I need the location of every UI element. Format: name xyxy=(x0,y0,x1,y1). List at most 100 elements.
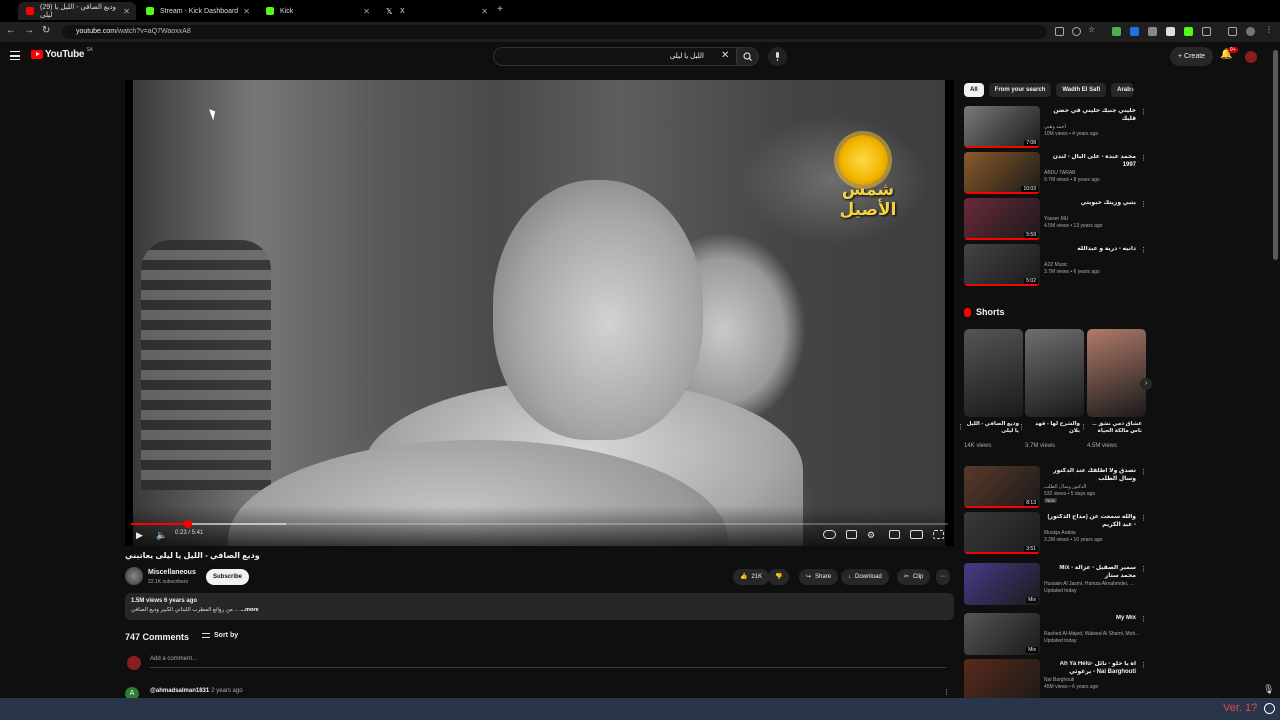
youtube-logo[interactable]: YouTube SA xyxy=(31,47,93,60)
volume-icon[interactable]: 🔈 xyxy=(156,530,167,541)
channel-name[interactable]: A2Z Music xyxy=(1044,262,1068,268)
video-thumbnail[interactable]: 5:02 xyxy=(964,244,1040,286)
extension-icon[interactable] xyxy=(1130,27,1139,36)
video-title[interactable]: Ah Ya Helu- آه يا حلو - نائل برغوثي - Na… xyxy=(1044,661,1136,676)
dislike-button[interactable]: 👎 xyxy=(768,569,790,585)
more-options-icon[interactable]: ⋮ xyxy=(957,423,964,431)
shorts-next-chevron-icon[interactable]: › xyxy=(1140,378,1152,390)
more-options-icon[interactable]: ⋮ xyxy=(1140,108,1147,116)
play-icon[interactable]: ▶ xyxy=(136,530,143,541)
short-title[interactable]: وديع الصافي - الليل يا ليلى xyxy=(964,421,1019,435)
recommended-video[interactable]: Mix My Mix Rashed Al-Majed, Waleed Al Sham… xyxy=(964,613,1147,655)
description-box[interactable]: 1.5M views 6 years ago من روائع المطرب ا… xyxy=(125,593,954,620)
video-thumbnail[interactable]: 8:13 xyxy=(964,466,1040,508)
close-tab-icon[interactable]: ✕ xyxy=(481,7,488,16)
recommended-video[interactable]: Ah Ya Helu- آه يا حلو - نائل برغوثي - Na… xyxy=(964,659,1147,701)
comment-author[interactable]: @ahmadsalman1831 2 years ago xyxy=(150,688,243,694)
subtitles-icon[interactable] xyxy=(846,530,857,539)
chevron-right-icon[interactable]: › xyxy=(1131,84,1134,94)
profile-icon[interactable] xyxy=(1246,27,1255,36)
overlay-settings-icon[interactable] xyxy=(1264,703,1275,714)
extension-icon[interactable] xyxy=(1148,27,1157,36)
channel-name[interactable]: Nai Barghouti xyxy=(1044,677,1074,683)
short-thumbnail[interactable] xyxy=(964,329,1023,417)
menu-kebab-icon[interactable]: ⋮ xyxy=(1265,25,1274,34)
download-button[interactable]: ↓ Download xyxy=(841,569,889,585)
show-more-link[interactable]: ...more xyxy=(241,607,259,613)
short-thumbnail[interactable] xyxy=(1087,329,1146,417)
channel-name[interactable]: Miscellaneous xyxy=(148,569,196,576)
search-button[interactable] xyxy=(737,47,759,66)
chip-all[interactable]: All xyxy=(964,83,984,97)
more-actions-button[interactable]: ⋯ xyxy=(936,569,950,585)
url-field[interactable]: youtube.com/watch?v=aQ7WaoxxA8 xyxy=(62,25,1047,39)
channel-name[interactable]: الدكتور وسال الطلب xyxy=(1044,484,1087,490)
short-title[interactable]: والشرح لها - فهد بلان xyxy=(1025,421,1080,435)
video-title[interactable]: والله سمعت عن (مداح الدكتور) - عبد الكري… xyxy=(1044,514,1136,529)
video-title[interactable]: تصدق ولا أطلقك عند الدكتور وسال الطلب xyxy=(1044,468,1136,483)
share-button[interactable]: ↪ Share xyxy=(799,569,839,585)
clear-search-icon[interactable]: ✕ xyxy=(721,50,729,61)
video-thumbnail[interactable]: 10:03 xyxy=(964,152,1040,194)
tab-x[interactable]: 𝕏 X ✕ xyxy=(378,2,494,20)
sidepanel-icon[interactable] xyxy=(1228,27,1237,36)
tab-kick-dashboard[interactable]: Stream - Kick Dashboard ✕ xyxy=(138,2,256,20)
video-thumbnail[interactable]: 5:59 xyxy=(964,198,1040,240)
tab-kick[interactable]: Kick ✕ xyxy=(258,2,376,20)
more-options-icon[interactable]: ⋮ xyxy=(1140,661,1147,669)
more-options-icon[interactable]: ⋮ xyxy=(1140,514,1147,522)
video-title[interactable]: دانيه - درية و عبدالله xyxy=(1044,246,1136,254)
recommended-video[interactable]: 7:08 خليني جنبك خليني في حضن قلبك أحمد وهب… xyxy=(964,106,1147,148)
account-avatar[interactable] xyxy=(1245,51,1257,63)
hamburger-menu-icon[interactable] xyxy=(10,51,20,60)
clip-button[interactable]: ✂ Clip xyxy=(897,569,931,585)
chip-from-search[interactable]: From your search xyxy=(988,83,1052,97)
like-button[interactable]: 👍 21K xyxy=(733,569,770,585)
close-tab-icon[interactable]: ✕ xyxy=(123,7,130,16)
sort-comments-button[interactable]: Sort by xyxy=(202,632,238,639)
video-thumbnail[interactable]: Mix xyxy=(964,613,1040,655)
short-title[interactable]: عشاق دمي نشق ... ناس مالكة الحياة xyxy=(1087,421,1142,435)
video-title[interactable]: Mix - سمير الصقيل - عزالة محمد ستار xyxy=(1044,565,1136,580)
comment-menu-icon[interactable]: ⋮ xyxy=(943,688,950,696)
forward-arrow-icon[interactable]: → xyxy=(24,25,34,36)
microphone-icon[interactable]: 🎙 xyxy=(1263,684,1274,695)
recommended-video[interactable]: 10:03 محمد عبده - على البال - لندن 1997 AB… xyxy=(964,152,1147,194)
voice-search-button[interactable] xyxy=(768,47,787,66)
add-comment-input[interactable]: Add a comment... xyxy=(150,656,946,668)
chip-arab[interactable]: Arab xyxy=(1111,83,1134,97)
tab-youtube[interactable]: (29) وديع الصافي - الليل يا ليلى ✕ xyxy=(18,2,136,20)
cast-icon[interactable] xyxy=(1055,27,1064,36)
more-options-icon[interactable]: ⋮ xyxy=(1140,154,1147,162)
chip-wadih[interactable]: Wadih El Safi xyxy=(1056,83,1107,97)
zoom-icon[interactable] xyxy=(1072,27,1081,36)
search-input[interactable]: الليل يا ليلى xyxy=(493,47,737,66)
video-title[interactable]: My Mix xyxy=(1044,615,1136,623)
close-tab-icon[interactable]: ✕ xyxy=(243,7,250,16)
video-thumbnail[interactable]: 7:08 xyxy=(964,106,1040,148)
bookmark-star-icon[interactable]: ☆ xyxy=(1088,25,1097,34)
more-options-icon[interactable]: ⋮ xyxy=(1140,246,1147,254)
video-title[interactable]: خليني جنبك خليني في حضن قلبك xyxy=(1044,108,1136,123)
channel-name[interactable]: ABDU TARAB xyxy=(1044,170,1076,176)
recommended-video[interactable]: Mix Mix - سمير الصقيل - عزالة محمد ستار Hu… xyxy=(964,563,1147,605)
video-title[interactable]: محمد عبده - على البال - لندن 1997 xyxy=(1044,154,1136,169)
video-title[interactable]: بتبي وريتك حبوبتي xyxy=(1044,200,1136,208)
channel-name[interactable]: Hussain Al Jasmi, Hamza Almahmdei, ... xyxy=(1044,581,1134,587)
miniplayer-icon[interactable] xyxy=(889,530,900,539)
page-scrollbar[interactable] xyxy=(1273,50,1278,260)
video-thumbnail[interactable]: Mix xyxy=(964,563,1040,605)
extension-icon[interactable] xyxy=(1184,27,1193,36)
video-thumbnail[interactable]: 3:51 xyxy=(964,512,1040,554)
more-options-icon[interactable]: ⋮ xyxy=(1018,423,1025,431)
theater-mode-icon[interactable] xyxy=(910,530,923,539)
extension-icon[interactable] xyxy=(1166,27,1175,36)
progress-bar[interactable] xyxy=(131,520,948,528)
subscribe-button[interactable]: Subscribe xyxy=(206,569,250,585)
video-player[interactable]: شمس الأصيل ▶ 🔈 0:23 / 5:41 ⚙ xyxy=(125,80,954,546)
recommended-video[interactable]: 5:59 بتبي وريتك حبوبتي Yasser MU 4.5M views… xyxy=(964,198,1147,240)
channel-name[interactable]: Yasser MU xyxy=(1044,216,1068,222)
channel-name[interactable]: Musiqa Arabia xyxy=(1044,530,1076,536)
extension-icon[interactable] xyxy=(1112,27,1121,36)
channel-avatar[interactable] xyxy=(125,567,143,585)
